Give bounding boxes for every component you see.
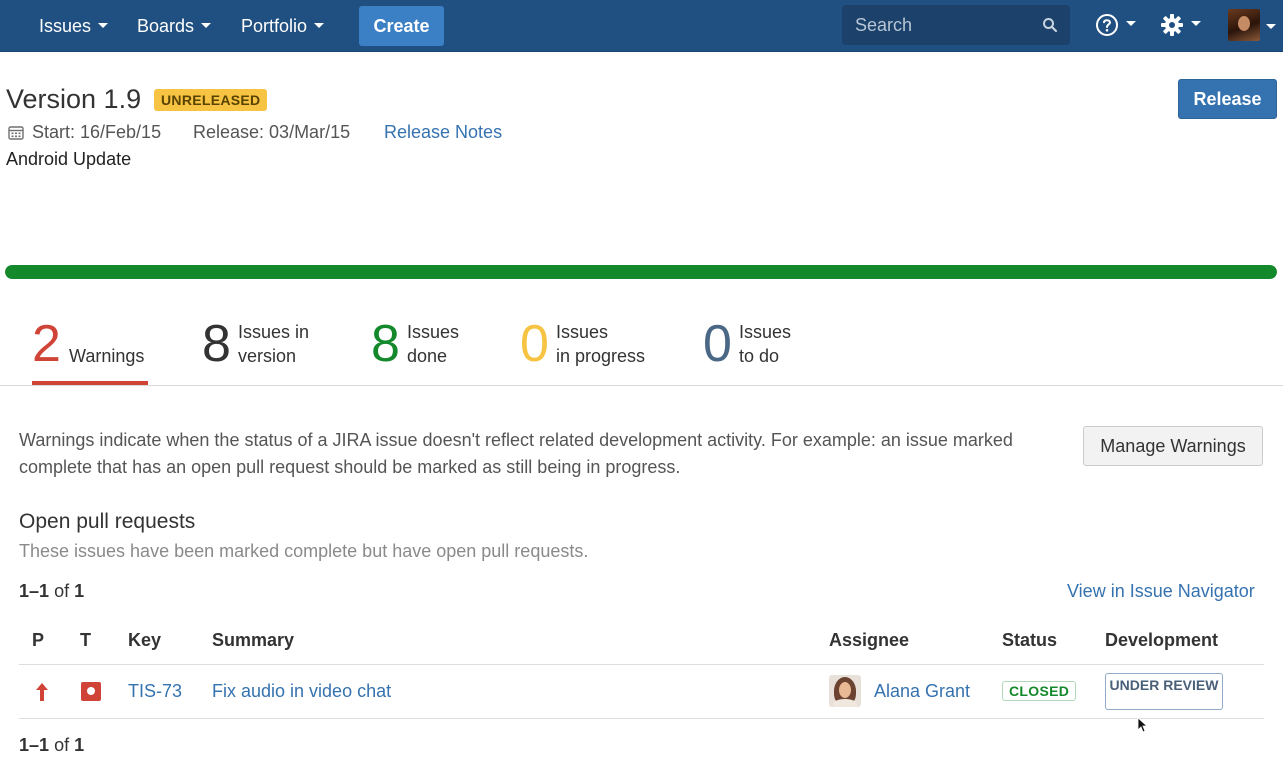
development-status-button[interactable]: UNDER REVIEW [1105,673,1223,710]
version-description: Android Update [6,149,132,169]
help-icon [1096,14,1118,36]
start-date: Start: 16/Feb/15 [32,122,162,142]
pager-of: of [54,735,70,755]
nav-issues-menu[interactable]: Issues [39,0,109,52]
release-button[interactable]: Release [1178,79,1277,119]
chevron-down-icon [98,23,109,29]
section-title: Open pull requests [19,510,196,533]
nav-portfolio-label: Portfolio [241,16,308,36]
issue-key-link[interactable]: TIS-73 [128,681,182,702]
pager-of: of [54,581,70,601]
tab-issues-done[interactable]: 8 Issues done [371,318,471,384]
nav-boards-menu[interactable]: Boards [137,0,212,52]
column-header-type[interactable]: T [80,630,91,651]
nav-issues-label: Issues [39,16,92,36]
development-status-label: UNDER REVIEW [1109,677,1219,693]
top-navigation-bar: Issues Boards Portfolio Create [0,0,1283,52]
calendar-icon [8,126,24,140]
section-subtitle: These issues have been marked complete b… [19,541,589,561]
tab-issues-in-version[interactable]: 8 Issues in version [202,318,322,384]
user-avatar[interactable] [1228,9,1260,41]
pager-range: 1–1 [19,581,50,601]
gear-icon [1161,14,1183,36]
pager-total: 1 [74,581,85,601]
column-header-development[interactable]: Development [1105,630,1218,651]
issues-to-do-label-1: Issues [739,322,792,342]
column-header-status[interactable]: Status [1002,630,1057,651]
tab-warnings[interactable]: 2 Warnings [32,318,152,384]
table-header-divider [19,664,1264,665]
table-row-divider [19,718,1264,719]
tab-issues-in-progress[interactable]: 0 Issues in progress [520,318,655,384]
status-badge: UNRELEASED [154,89,268,111]
nav-boards-label: Boards [137,16,195,36]
release-date: Release: 03/Mar/15 [193,122,351,142]
release-notes-link[interactable]: Release Notes [384,122,502,143]
search-box [842,5,1070,45]
avatar [829,675,861,707]
tabs-divider [0,385,1283,386]
issues-in-version-count: 8 [202,315,231,373]
mouse-pointer-icon [1137,717,1147,733]
manage-warnings-button[interactable]: Manage Warnings [1083,426,1263,466]
column-header-summary[interactable]: Summary [212,630,294,651]
issue-summary-link[interactable]: Fix audio in video chat [212,681,391,702]
column-header-key[interactable]: Key [128,630,161,651]
create-button[interactable]: Create [359,6,444,46]
nav-portfolio-menu[interactable]: Portfolio [241,0,325,52]
issues-in-progress-label-2: in progress [556,346,646,366]
issues-in-progress-label-1: Issues [556,322,609,342]
chevron-down-icon [314,23,325,29]
status-badge: CLOSED [1002,681,1077,701]
view-in-issue-navigator-link[interactable]: View in Issue Navigator [1067,581,1255,602]
warnings-count: 2 [32,315,61,373]
version-progress-bar [5,265,1277,279]
issues-to-do-count: 0 [703,315,732,373]
warnings-description: Warnings indicate when the status of a J… [19,430,1013,477]
priority-high-icon [36,683,48,701]
pager-bottom: 1–1 of 1 [19,735,84,756]
issues-to-do-label-2: to do [739,346,780,366]
pager-total: 1 [74,735,85,755]
issues-in-version-label-2: version [238,346,297,366]
issues-in-version-label-1: Issues in [238,322,310,342]
issues-done-count: 8 [371,315,400,373]
pager-range: 1–1 [19,735,50,755]
column-header-priority[interactable]: P [32,630,44,651]
chevron-down-icon [1126,21,1136,26]
pager-top: 1–1 of 1 [19,581,84,602]
issues-in-progress-count: 0 [520,315,549,373]
assignee-link[interactable]: Alana Grant [874,681,970,702]
chevron-down-icon[interactable] [1266,24,1276,29]
page-title: Version 1.9 [6,84,142,114]
avatar-face [1238,16,1250,31]
search-icon[interactable] [1042,17,1058,33]
column-header-assignee[interactable]: Assignee [829,630,909,651]
help-menu[interactable] [1095,13,1136,37]
warnings-label: Warnings [69,346,145,366]
issues-done-label-2: done [407,346,448,366]
progress-fill [5,265,1277,279]
bug-icon [81,682,101,701]
search-input[interactable] [842,5,1032,45]
chevron-down-icon [1191,21,1201,26]
settings-menu[interactable] [1160,13,1201,37]
issues-done-label-1: Issues [407,322,460,342]
chevron-down-icon [201,23,212,29]
tab-issues-to-do[interactable]: 0 Issues to do [703,318,803,384]
